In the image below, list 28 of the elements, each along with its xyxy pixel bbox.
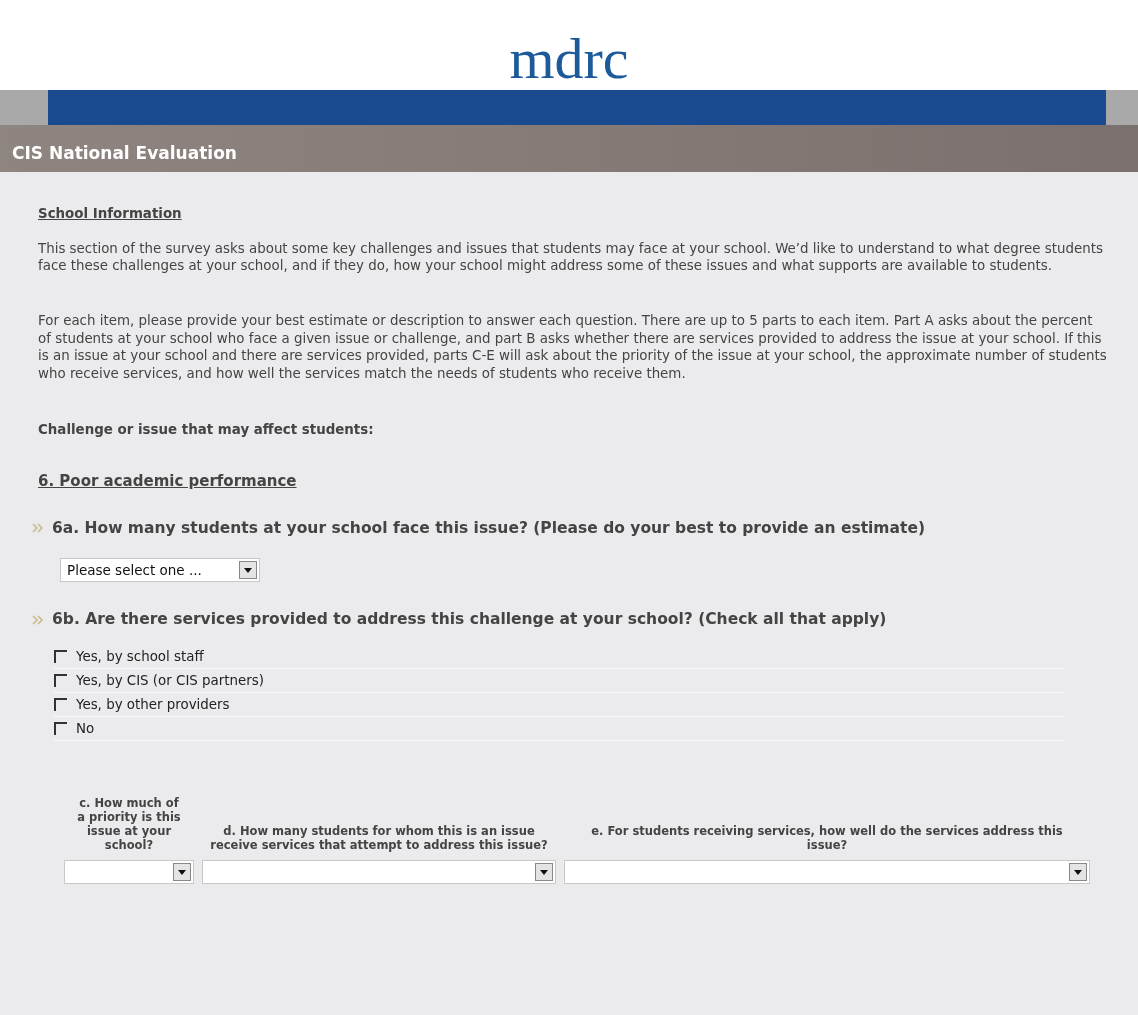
dropdown[interactable] [64, 860, 194, 885]
paragraph: This section of the survey asks about some key challenges and issues that students may face at your school. We’d like to understand to what degree students face these challenges at your school, and if they do, how your school might address some of these issues and what supports are available to students. [38, 239, 1104, 275]
header-title: CIS National Evaluation [12, 143, 237, 163]
chevron-icon [32, 522, 44, 535]
question-text: 6a. How many students at your school face this issue? (Please do your best to provide an estimate) [52, 517, 925, 539]
paragraph: For each item, please provide your best estimate or description to answer each question. There are up to 5 parts to each item. Part A asks about the percent of students at your school who face a given issue or challenge, and part B asks whether there are services provided to address the issue at your school. If this is an issue at your school and there are services provided, parts C-E will ask about the priority of the issue at your school, the approximate number of students who receive services, and how well the services match the needs of students who receive them. [38, 312, 1108, 383]
item-heading: 6. Poor academic performance [38, 471, 298, 493]
option-label: Yes, by other providers [76, 695, 230, 714]
chevron-icon [32, 613, 44, 626]
caret-icon [1069, 863, 1087, 882]
caret-icon [173, 863, 191, 882]
challenge-label: Challenge or issue that may affect students: [38, 421, 375, 440]
checkbox[interactable] [54, 673, 68, 688]
checkbox[interactable] [54, 649, 68, 664]
caret-icon [535, 863, 553, 882]
section-heading: School Information [38, 204, 183, 223]
column-label: d. How many students for whom this is an issue receive services that attempt to address this issue? [209, 824, 549, 853]
option-label: No [76, 719, 95, 738]
checkbox[interactable] [54, 721, 68, 736]
caret-icon [239, 561, 257, 579]
column-label: e. For students receiving services, how well do the services address this issue? [590, 824, 1064, 853]
checkbox[interactable] [54, 697, 68, 712]
dropdown[interactable]: Please select one ... [60, 558, 260, 582]
logo: mdrc [509, 30, 629, 90]
option-label: Yes, by CIS (or CIS partners) [76, 671, 264, 690]
column-label: c. How much of a priority is this issue at your school? [76, 797, 182, 853]
question-text: 6b. Are there services provided to address this challenge at your school? (Check all that apply) [52, 609, 887, 630]
option-label: Yes, by school staff [76, 647, 204, 666]
